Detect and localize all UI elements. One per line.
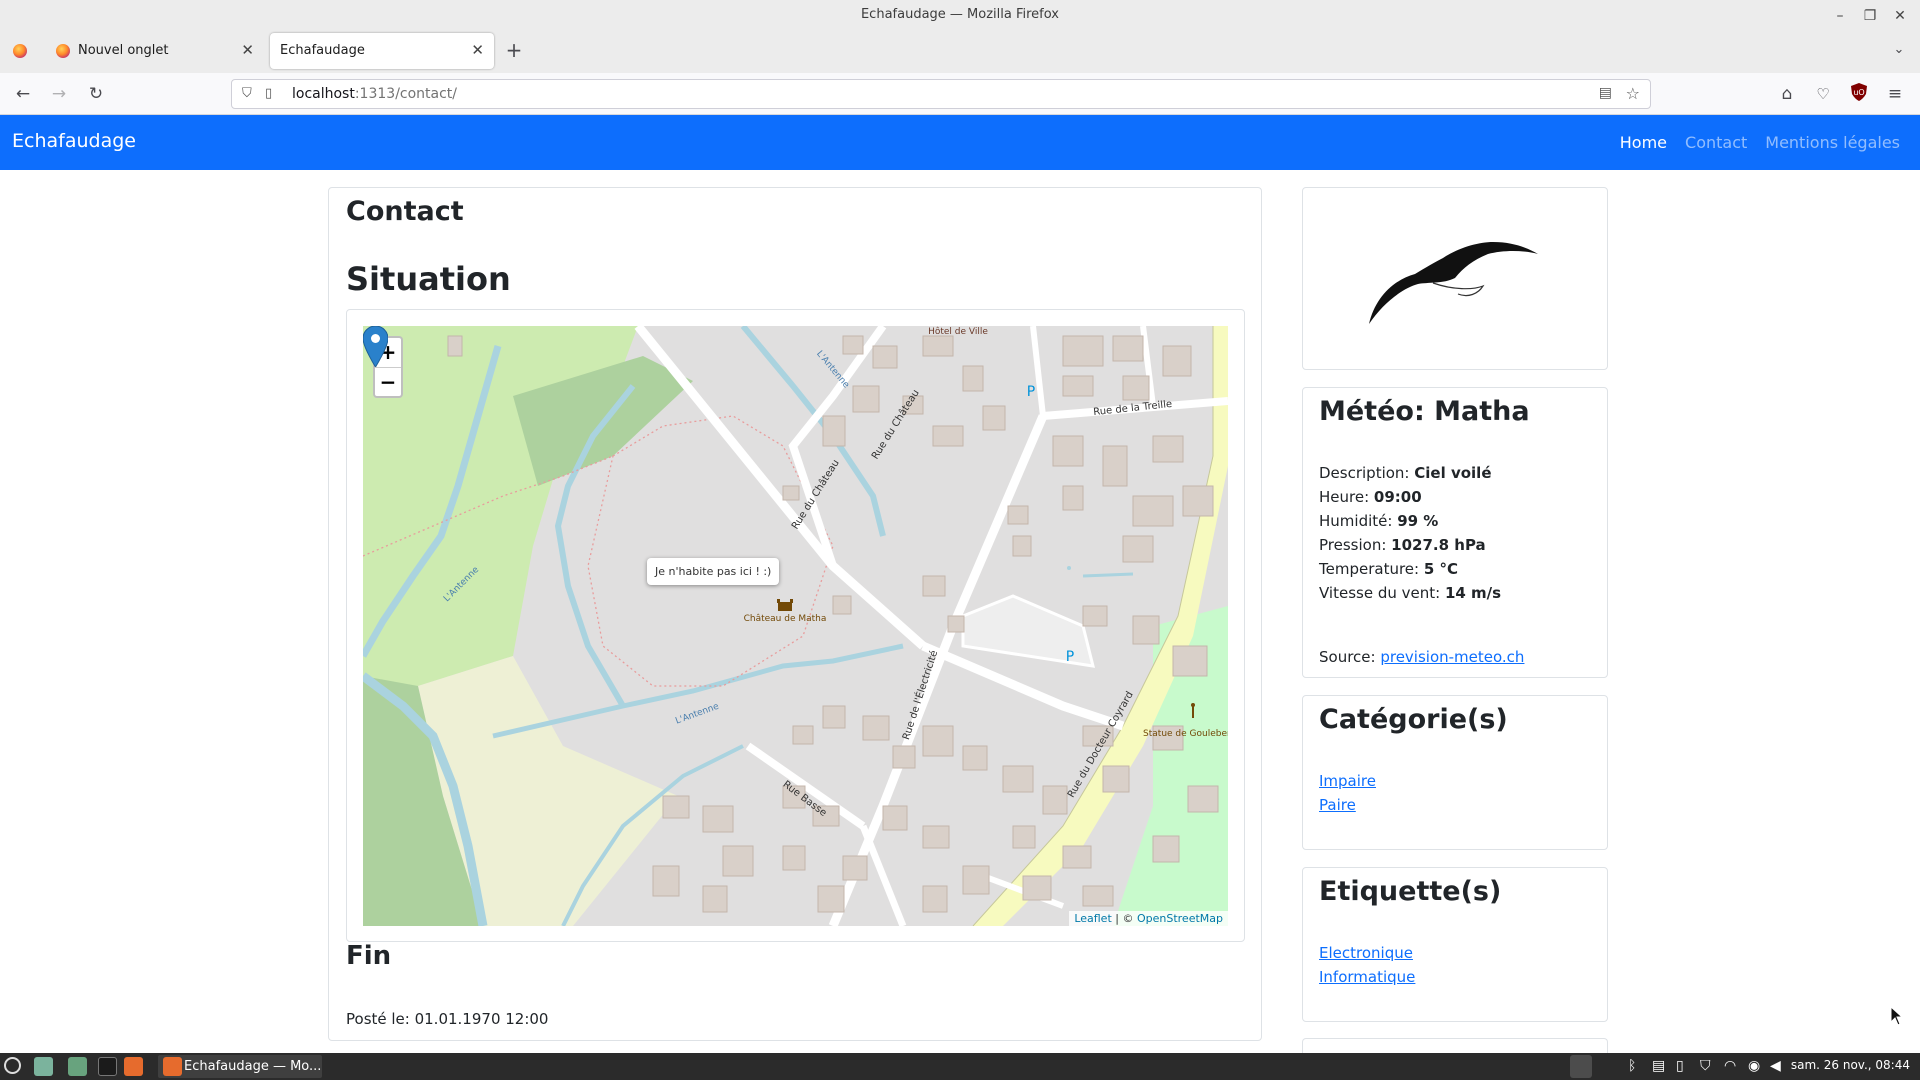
zoom-out-button[interactable]: − <box>375 367 401 396</box>
firefox-launcher-icon[interactable] <box>124 1057 143 1076</box>
close-window-button[interactable]: ✕ <box>1890 6 1910 26</box>
map-attribution: Leaflet | © OpenStreetMap <box>1069 911 1228 926</box>
browser-toolbar: ← → ↻ ⛉ ▯ localhost:1313/contact/ ▤ ☆ ⌂ … <box>0 73 1920 115</box>
logo-card <box>1302 187 1608 370</box>
firefox-icon <box>56 44 70 58</box>
map-parking-south: P <box>1066 649 1074 665</box>
bookmark-star-icon[interactable]: ☆ <box>1626 84 1640 103</box>
nav-home[interactable]: Home <box>1620 133 1667 152</box>
content-card: Contact Situation Hôtel de Ville Rue du … <box>328 187 1262 1041</box>
nav-legal[interactable]: Mentions légales <box>1765 133 1900 152</box>
new-tab-button[interactable]: + <box>503 39 525 61</box>
firefox-task-icon <box>163 1057 182 1076</box>
wifi-icon[interactable]: ◠ <box>1724 1058 1736 1074</box>
clipboard-icon[interactable]: ▤ <box>1652 1058 1665 1074</box>
firefox-icon <box>13 44 27 58</box>
bluetooth-icon[interactable]: ᛒ <box>1628 1058 1636 1074</box>
map[interactable]: Hôtel de Ville Rue du Château Rue du Châ… <box>363 326 1228 926</box>
tag-link-informatique[interactable]: Informatique <box>1319 968 1415 986</box>
taskbar: Echafaudage — Mo... ᛒ ▤ ▯ ⛉ ◠ ◉ ◀ sam. 2… <box>0 1053 1920 1080</box>
map-label-hotel: Hôtel de Ville <box>928 326 988 337</box>
url-bar[interactable]: ⛉ ▯ localhost:1313/contact/ ▤ ☆ <box>231 79 1651 109</box>
url-text[interactable]: localhost:1313/contact/ <box>292 86 457 102</box>
taskbar-task-label: Echafaudage — Mo... <box>184 1059 322 1074</box>
categories-title: Catégorie(s) <box>1319 704 1508 735</box>
svg-text:uO: uO <box>1853 88 1864 97</box>
posted-date: Posté le: 01.01.1970 12:00 <box>346 1010 549 1028</box>
seagull-logo <box>1369 242 1538 324</box>
forward-icon[interactable]: → <box>48 83 70 105</box>
nav-contact[interactable]: Contact <box>1685 133 1747 152</box>
tab-echafaudage[interactable]: Echafaudage ✕ <box>270 33 494 69</box>
reload-icon[interactable]: ↻ <box>85 83 107 105</box>
tracking-protection-icon[interactable]: ⛉ <box>242 86 252 101</box>
section-heading: Situation <box>346 260 511 298</box>
weather-title: Météo: Matha <box>1319 396 1530 427</box>
close-tab-icon[interactable]: ✕ <box>241 41 254 59</box>
map-tiles: Hôtel de Ville Rue du Château Rue du Châ… <box>363 326 1228 926</box>
category-link-impaire[interactable]: Impaire <box>1319 772 1376 790</box>
end-heading: Fin <box>346 941 392 971</box>
weather-pressure: Pression: 1027.8 hPa <box>1319 536 1486 554</box>
close-tab-icon[interactable]: ✕ <box>471 41 484 59</box>
home-icon[interactable]: ⌂ <box>1776 83 1798 105</box>
maximize-button[interactable]: ❐ <box>1860 6 1880 26</box>
weather-humidity: Humidité: 99 % <box>1319 512 1439 530</box>
weather-source: Source: prevision-meteo.ch <box>1319 648 1525 666</box>
map-popup[interactable]: Je n'habite pas ici ! :) <box>647 558 780 585</box>
terminal-icon[interactable] <box>98 1057 117 1076</box>
weather-card: Météo: Matha Description: Ciel voilé Heu… <box>1302 387 1608 678</box>
tab-label: Nouvel onglet <box>78 43 169 58</box>
back-icon[interactable]: ← <box>12 83 34 105</box>
weather-wind: Vitesse du vent: 14 m/s <box>1319 584 1502 602</box>
tag-link-electronique[interactable]: Electronique <box>1319 944 1413 962</box>
weather-description: Description: Ciel voilé <box>1319 464 1492 482</box>
minimize-button[interactable]: – <box>1830 6 1850 26</box>
site-brand[interactable]: Echafaudage <box>12 130 136 152</box>
categories-card: Catégorie(s) Impaire Paire <box>1302 695 1608 850</box>
tags-title: Etiquette(s) <box>1319 876 1502 907</box>
site-nav-links: Home Contact Mentions légales <box>1602 133 1900 152</box>
map-label-castle: Château de Matha <box>744 614 827 624</box>
taskbar-clock[interactable]: sam. 26 nov., 08:44 <box>1791 1058 1910 1072</box>
tags-card: Etiquette(s) Electronique Informatique <box>1302 867 1608 1022</box>
weather-time: Heure: 09:00 <box>1319 488 1422 506</box>
map-parking-north: P <box>1027 384 1035 400</box>
category-link-paire[interactable]: Paire <box>1319 796 1356 814</box>
start-menu-icon[interactable] <box>4 1057 21 1074</box>
map-marker-icon[interactable] <box>363 326 388 367</box>
weather-temperature: Temperature: 5 °C <box>1319 560 1459 578</box>
location-icon[interactable]: ◉ <box>1748 1058 1760 1074</box>
window-titlebar: Echafaudage — Mozilla Firefox – ❐ ✕ <box>0 0 1920 31</box>
window-title: Echafaudage — Mozilla Firefox <box>860 7 1060 22</box>
ublock-icon[interactable]: uO <box>1848 83 1870 105</box>
shield-tray-icon[interactable]: ⛉ <box>1700 1058 1711 1074</box>
mouse-cursor-icon <box>1890 1006 1904 1026</box>
firefox-view-button[interactable] <box>8 33 32 69</box>
page-title: Contact <box>346 196 464 227</box>
volume-icon[interactable]: ◀ <box>1770 1058 1781 1074</box>
page-icon[interactable]: ▯ <box>265 86 272 101</box>
files-icon[interactable] <box>68 1057 87 1076</box>
tray-firefox-icon[interactable] <box>1570 1055 1592 1078</box>
map-label-statue: Statue de Goulebenéz <box>1143 728 1228 739</box>
leaflet-link[interactable]: Leaflet <box>1074 912 1111 925</box>
menu-icon[interactable]: ≡ <box>1884 83 1906 105</box>
tab-nouvel-onglet[interactable]: Nouvel onglet ✕ <box>44 33 264 69</box>
list-tabs-icon[interactable]: ⌄ <box>1888 39 1910 61</box>
taskbar-firefox-task[interactable]: Echafaudage — Mo... <box>158 1055 322 1078</box>
tab-label: Echafaudage <box>280 43 365 58</box>
map-frame: Hôtel de Ville Rue du Château Rue du Châ… <box>346 309 1245 942</box>
osm-link[interactable]: OpenStreetMap <box>1137 912 1223 925</box>
reader-view-icon[interactable]: ▤ <box>1599 85 1612 101</box>
pocket-icon[interactable]: ♡ <box>1812 83 1834 105</box>
site-navbar: Echafaudage Home Contact Mentions légales <box>0 115 1920 170</box>
notes-icon[interactable]: ▯ <box>1676 1058 1684 1074</box>
weather-source-link[interactable]: prevision-meteo.ch <box>1380 648 1524 666</box>
show-desktop-icon[interactable] <box>34 1057 53 1076</box>
tab-bar: Nouvel onglet ✕ Echafaudage ✕ + ⌄ <box>0 31 1920 73</box>
